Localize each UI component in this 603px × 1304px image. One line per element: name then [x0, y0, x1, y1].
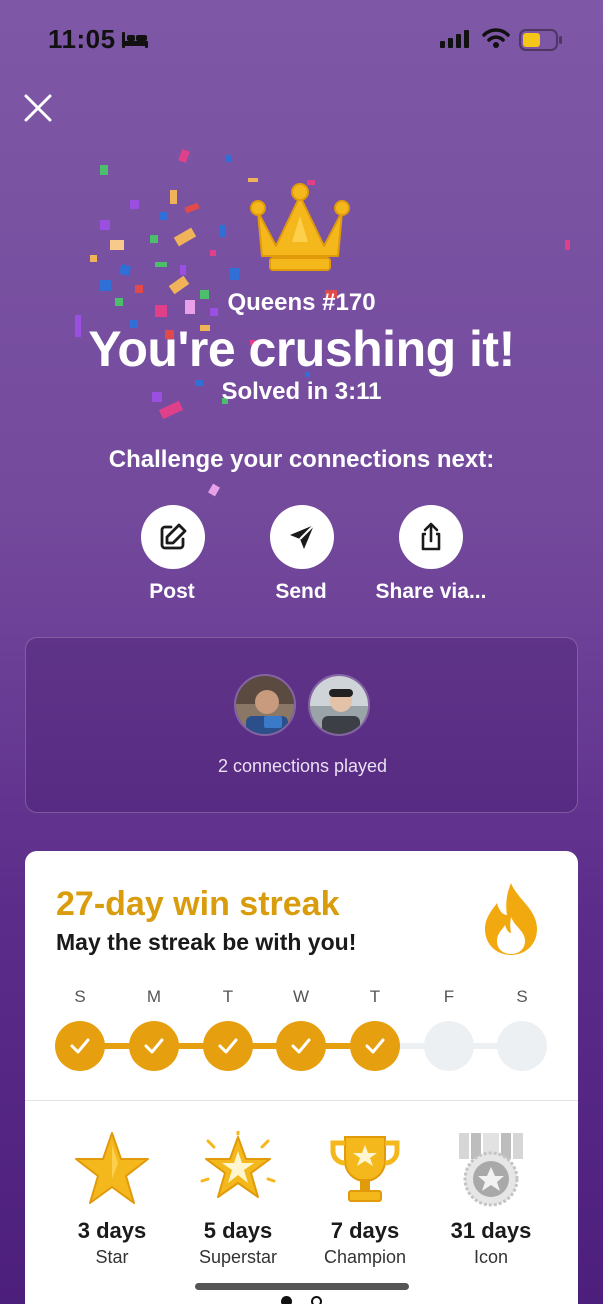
streak-day-completed	[55, 1021, 105, 1071]
day-letter: S	[74, 987, 86, 1006]
paper-plane-icon	[290, 524, 315, 549]
avatar[interactable]	[308, 674, 370, 736]
badge-days: 5 days	[203, 1218, 273, 1243]
superstar-badge-icon	[200, 1131, 276, 1198]
streak-day-pending	[424, 1021, 474, 1071]
badge-days: 3 days	[77, 1218, 147, 1243]
page-dot[interactable]	[311, 1296, 322, 1304]
send-button[interactable]	[270, 505, 334, 569]
solved-time: Solved in 3:11	[221, 378, 382, 405]
star-badge-icon	[75, 1132, 149, 1204]
post-button[interactable]	[141, 505, 205, 569]
status-time: 11:05	[48, 24, 116, 54]
challenge-prompt: Challenge your connections next:	[108, 446, 495, 473]
result-headline: You're crushing it!	[88, 321, 515, 377]
day-letter: T	[369, 987, 381, 1006]
checkmark-icon	[70, 1038, 90, 1054]
streak-day-completed	[203, 1021, 253, 1071]
streak-day-completed	[276, 1021, 326, 1071]
silver-medal-badge-icon	[459, 1133, 523, 1207]
badge-days: 31 days	[450, 1218, 532, 1243]
badge-name: Star	[95, 1247, 129, 1267]
badge-days: 7 days	[330, 1218, 400, 1243]
cellular-signal-icon	[440, 30, 469, 48]
close-button[interactable]	[20, 90, 56, 126]
puzzle-name: Queens #170	[227, 289, 376, 316]
status-bar: 11:05	[0, 0, 603, 80]
checkmark-icon	[144, 1038, 164, 1054]
badge-name: Champion	[323, 1247, 407, 1267]
streak-day-completed	[129, 1021, 179, 1071]
pencil-edit-icon	[160, 523, 187, 550]
streak-day-pending	[497, 1021, 547, 1071]
trophy-badge-icon	[330, 1136, 400, 1202]
share-upload-icon	[421, 522, 441, 551]
badge-name: Icon	[473, 1247, 509, 1267]
divider	[25, 1100, 578, 1101]
home-indicator	[195, 1283, 409, 1290]
day-letter: S	[516, 987, 528, 1006]
flame-icon	[485, 883, 537, 955]
streak-day-completed	[350, 1021, 400, 1071]
wifi-icon	[482, 28, 510, 48]
avatar[interactable]	[234, 674, 296, 736]
day-letter: F	[443, 987, 455, 1006]
streak-subtitle: May the streak be with you!	[56, 929, 357, 955]
battery-icon	[519, 29, 562, 51]
share-via-button[interactable]	[399, 505, 463, 569]
checkmark-icon	[291, 1038, 311, 1054]
day-letter: W	[292, 987, 310, 1006]
day-letter: M	[146, 987, 162, 1006]
connections-played-card[interactable]: 2 connections played	[25, 637, 578, 813]
streak-card: 27-day win streak May the streak be with…	[25, 851, 578, 1304]
bed-icon	[122, 32, 148, 48]
crown-icon	[250, 183, 350, 271]
day-letter: T	[222, 987, 234, 1006]
streak-title: 27-day win streak	[56, 885, 340, 923]
close-icon	[24, 94, 52, 122]
connections-played-text: 2 connections played	[217, 756, 388, 776]
checkmark-icon	[218, 1038, 238, 1054]
share-via-label: Share via...	[375, 580, 487, 603]
badge-name: Superstar	[198, 1247, 278, 1267]
page-dot-active[interactable]	[281, 1296, 292, 1304]
checkmark-icon	[365, 1038, 385, 1054]
